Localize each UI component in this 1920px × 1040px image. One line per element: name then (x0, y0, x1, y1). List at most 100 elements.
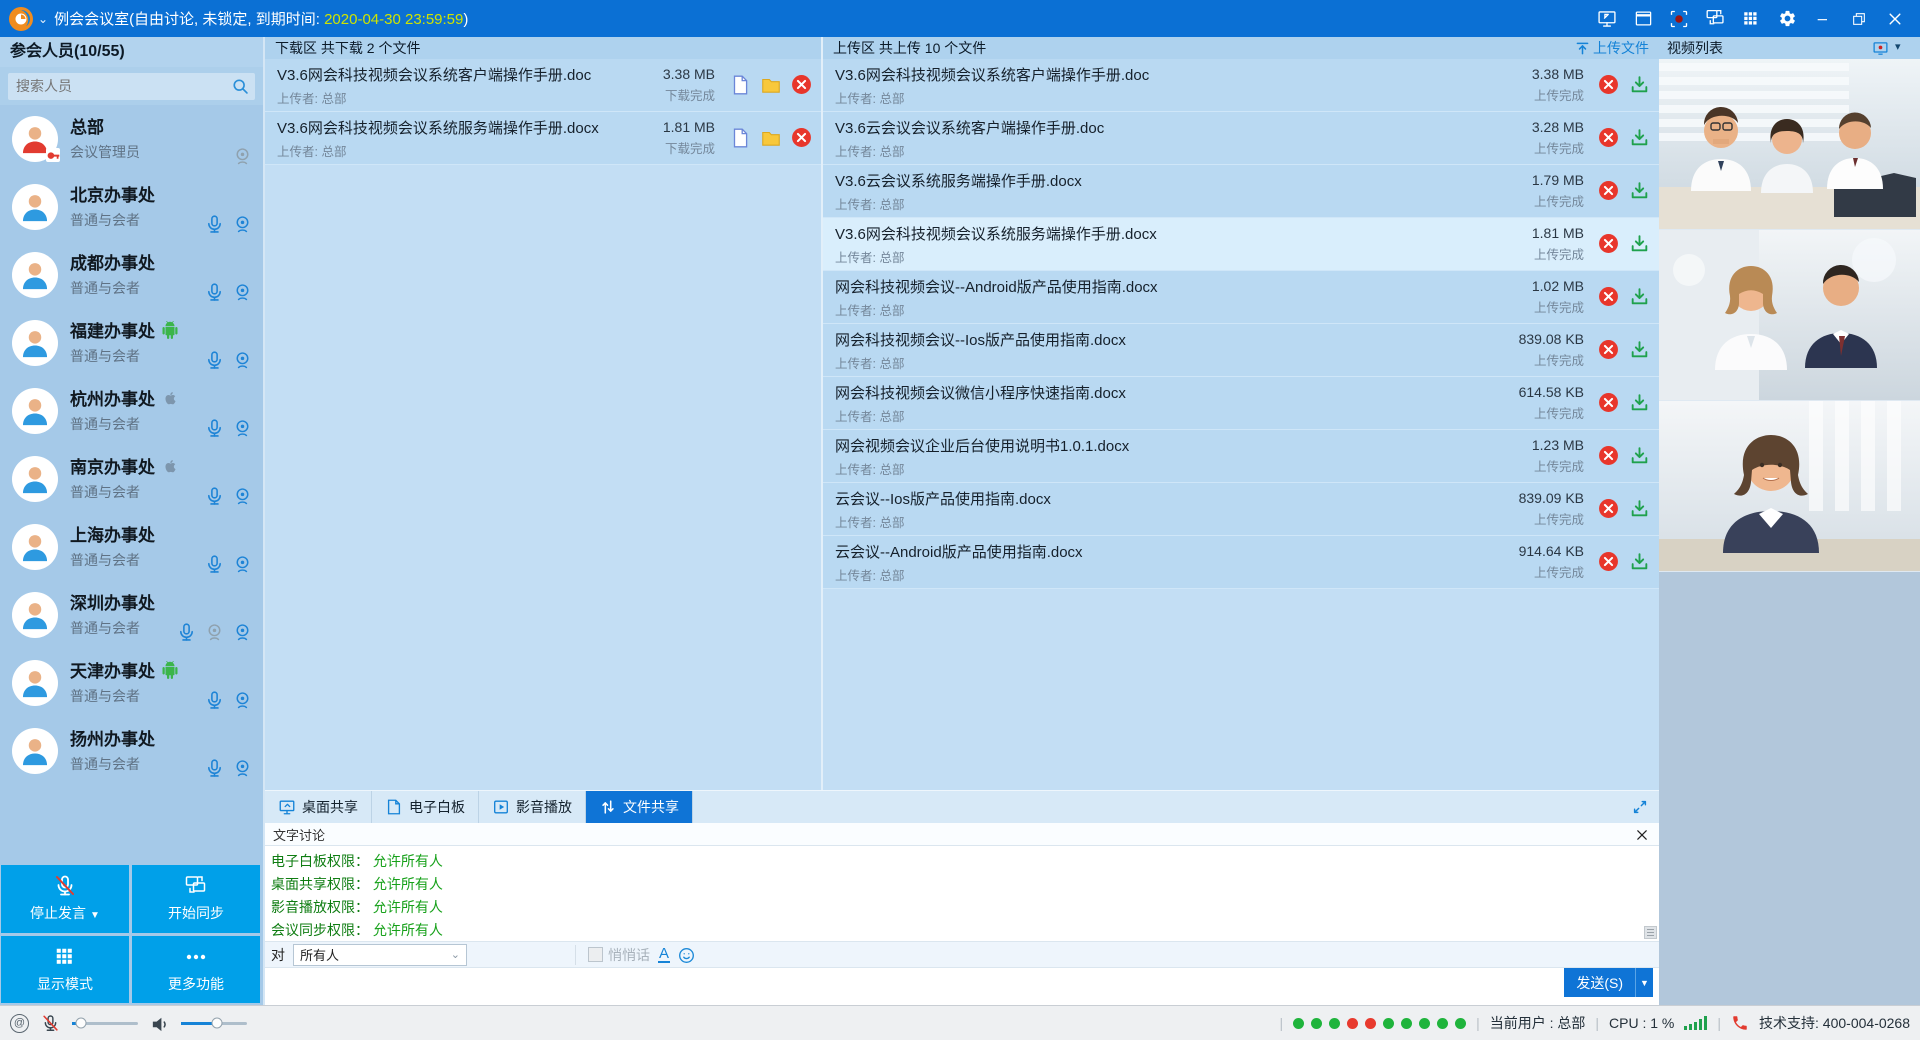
participant-row[interactable]: 总部 会议管理员 (0, 105, 263, 173)
participant-row[interactable]: 天津办事处 普通与会者 (0, 649, 263, 717)
delete-file-icon[interactable] (1598, 392, 1620, 414)
webcam-icon[interactable] (232, 214, 253, 235)
open-folder-icon[interactable] (760, 127, 782, 149)
video-thumbnail-2[interactable] (1659, 230, 1920, 401)
chat-close-icon[interactable] (1635, 826, 1651, 842)
mic-icon[interactable] (204, 690, 225, 711)
download-file-icon[interactable] (1629, 339, 1651, 361)
webcam-disabled-icon[interactable] (232, 146, 253, 167)
upload-file-link[interactable]: 上传文件 (1574, 38, 1649, 58)
webcam-icon[interactable] (232, 554, 253, 575)
upload-file-row[interactable]: 网会科技视频会议微信小程序快速指南.docx 上传者: 总部 614.58 KB… (823, 377, 1659, 430)
upload-file-row[interactable]: 网会科技视频会议--Android版产品使用指南.docx 上传者: 总部 1.… (823, 271, 1659, 324)
mic-icon[interactable] (176, 622, 197, 643)
sync-monitors-icon[interactable] (1704, 9, 1726, 29)
font-style-icon[interactable]: A (658, 947, 670, 963)
video-thumbnail-1[interactable] (1659, 59, 1920, 230)
delete-file-icon[interactable] (791, 74, 813, 96)
webcam-icon[interactable] (232, 350, 253, 371)
delete-file-icon[interactable] (1598, 286, 1620, 308)
upload-file-row[interactable]: V3.6云会议会议系统客户端操作手册.doc 上传者: 总部 3.28 MB 上… (823, 112, 1659, 165)
delete-file-icon[interactable] (1598, 180, 1620, 202)
mic-icon[interactable] (204, 554, 225, 575)
download-file-icon[interactable] (1629, 233, 1651, 255)
minimize-icon[interactable] (1812, 9, 1834, 29)
webcam-icon[interactable] (232, 622, 253, 643)
download-file-icon[interactable] (1629, 551, 1651, 573)
settings-gear-icon[interactable] (1776, 9, 1798, 29)
participant-row[interactable]: 北京办事处 普通与会者 (0, 173, 263, 241)
mic-icon[interactable] (204, 758, 225, 779)
delete-file-icon[interactable] (1598, 74, 1620, 96)
whisper-checkbox[interactable] (588, 947, 603, 962)
delete-file-icon[interactable] (1598, 127, 1620, 149)
upload-file-row[interactable]: V3.6云会议系统服务端操作手册.docx 上传者: 总部 1.79 MB 上传… (823, 165, 1659, 218)
webcam-disabled-icon[interactable] (204, 622, 225, 643)
chat-input[interactable] (265, 968, 1659, 1005)
mic-icon[interactable] (204, 418, 225, 439)
presentation-window-icon[interactable] (1632, 9, 1654, 29)
webcam-icon[interactable] (232, 758, 253, 779)
mic-icon[interactable] (204, 282, 225, 303)
download-file-icon[interactable] (1629, 498, 1651, 520)
tab-media-play[interactable]: 影音播放 (479, 791, 586, 823)
start-sync-button[interactable]: 开始同步 (132, 865, 260, 933)
scrollbar-handle[interactable] (1644, 926, 1657, 939)
video-monitor-icon[interactable] (1872, 40, 1889, 57)
download-file-icon[interactable] (1629, 286, 1651, 308)
record-icon[interactable] (1668, 9, 1690, 29)
download-file-row[interactable]: V3.6网会科技视频会议系统服务端操作手册.docx 上传者: 总部 1.81 … (265, 112, 821, 165)
grid-icon[interactable] (1740, 9, 1762, 29)
mic-icon[interactable] (204, 214, 225, 235)
download-file-icon[interactable] (1629, 392, 1651, 414)
mic-icon[interactable] (204, 350, 225, 371)
upload-file-row[interactable]: 云会议--Android版产品使用指南.docx 上传者: 总部 914.64 … (823, 536, 1659, 589)
participant-row[interactable]: 深圳办事处 普通与会者 (0, 581, 263, 649)
stop-speaking-button[interactable]: 停止发言▼ (1, 865, 129, 933)
participant-row[interactable]: 福建办事处 普通与会者 (0, 309, 263, 377)
participant-row[interactable]: 成都办事处 普通与会者 (0, 241, 263, 309)
emoji-icon[interactable] (678, 946, 695, 963)
restore-icon[interactable] (1848, 9, 1870, 29)
download-file-row[interactable]: V3.6网会科技视频会议系统客户端操作手册.doc 上传者: 总部 3.38 M… (265, 59, 821, 112)
display-mode-button[interactable]: 显示模式 (1, 936, 129, 1004)
chat-scrollbar[interactable] (1644, 846, 1657, 941)
video-thumbnail-3[interactable] (1659, 401, 1920, 572)
screen-share-icon[interactable] (1596, 9, 1618, 29)
delete-file-icon[interactable] (1598, 498, 1620, 520)
delete-file-icon[interactable] (1598, 233, 1620, 255)
webcam-icon[interactable] (232, 690, 253, 711)
send-options-caret[interactable]: ▼ (1635, 968, 1653, 997)
mic-muted-icon[interactable] (41, 1014, 60, 1033)
mic-icon[interactable] (204, 486, 225, 507)
search-input[interactable] (8, 73, 225, 100)
video-options-caret[interactable]: ▾ (1895, 40, 1912, 57)
delete-file-icon[interactable] (1598, 551, 1620, 573)
more-functions-button[interactable]: 更多功能 (132, 936, 260, 1004)
participant-row[interactable]: 杭州办事处 普通与会者 (0, 377, 263, 445)
participant-row[interactable]: 上海办事处 普通与会者 (0, 513, 263, 581)
webcam-icon[interactable] (232, 418, 253, 439)
upload-file-row[interactable]: V3.6网会科技视频会议系统客户端操作手册.doc 上传者: 总部 3.38 M… (823, 59, 1659, 112)
expand-icon[interactable] (1631, 798, 1649, 816)
upload-file-row[interactable]: 网会视频会议企业后台使用说明书1.0.1.docx 上传者: 总部 1.23 M… (823, 430, 1659, 483)
search-icon[interactable] (225, 73, 255, 100)
mic-volume-slider[interactable] (72, 1022, 138, 1025)
close-icon[interactable] (1884, 9, 1906, 29)
speaker-volume-slider[interactable] (181, 1022, 247, 1025)
download-file-icon[interactable] (1629, 445, 1651, 467)
speaker-icon[interactable] (150, 1014, 169, 1033)
tab-whiteboard[interactable]: 电子白板 (372, 791, 479, 823)
recipient-select[interactable]: 所有人 ⌄ (293, 944, 467, 966)
delete-file-icon[interactable] (1598, 445, 1620, 467)
tab-file-share[interactable]: 文件共享 (586, 791, 693, 823)
open-file-icon[interactable] (729, 74, 751, 96)
open-file-icon[interactable] (729, 127, 751, 149)
participant-row[interactable]: 扬州办事处 普通与会者 (0, 717, 263, 785)
download-file-icon[interactable] (1629, 127, 1651, 149)
send-button[interactable]: 发送(S) ▼ (1564, 968, 1653, 997)
upload-file-row[interactable]: V3.6网会科技视频会议系统服务端操作手册.docx 上传者: 总部 1.81 … (823, 218, 1659, 271)
webcam-icon[interactable] (232, 486, 253, 507)
open-folder-icon[interactable] (760, 74, 782, 96)
upload-file-row[interactable]: 云会议--Ios版产品使用指南.docx 上传者: 总部 839.09 KB 上… (823, 483, 1659, 536)
